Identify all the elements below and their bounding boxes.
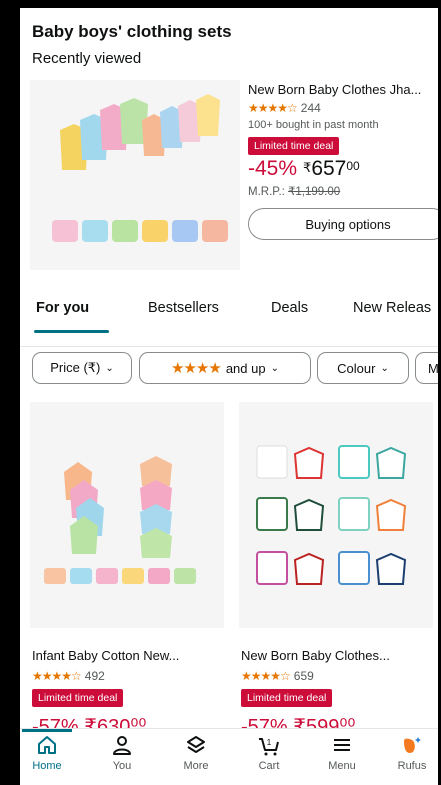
nav-label: Menu	[328, 760, 356, 772]
rating-filter-label: and up	[225, 360, 266, 376]
active-nav-indicator	[22, 729, 72, 732]
discount-percent: -45%	[248, 157, 298, 180]
colour-filter-chip[interactable]: Colour ⌄	[317, 352, 409, 384]
product-image[interactable]	[30, 402, 224, 628]
divider	[20, 346, 438, 347]
nav-cart[interactable]: 1 Cart	[239, 733, 299, 772]
product-rating[interactable]: ★★★★☆ 244	[248, 101, 438, 115]
star-rating-icon: ★★★★☆	[241, 669, 291, 683]
nav-label: Rufus	[397, 760, 427, 772]
recent-product-info[interactable]: New Born Baby Clothes Jha... ★★★★☆ 244 1…	[248, 82, 438, 240]
rating-count: 244	[300, 101, 321, 115]
price-filter-chip[interactable]: Price (₹) ⌄	[32, 352, 132, 384]
chevron-down-icon: ⌄	[105, 362, 114, 374]
svg-text:1: 1	[267, 738, 272, 747]
buying-options-button[interactable]: Buying options	[248, 208, 438, 240]
category-tabs: For you Bestsellers Deals New Releas	[20, 296, 438, 336]
app-screen: Baby boys' clothing sets Recently viewed	[20, 8, 438, 785]
user-icon	[113, 736, 131, 755]
bottom-nav: Home You More 1 Cart Menu Rufus	[20, 728, 438, 785]
deal-badge: Limited time deal	[248, 137, 340, 155]
price-whole: 657	[311, 157, 347, 180]
mrp-value: ₹1,199.00	[288, 186, 341, 198]
price: -45% ₹ 657 00	[248, 157, 438, 181]
chevron-down-icon: ⌄	[270, 362, 279, 374]
deal-badge: Limited time deal	[241, 689, 333, 707]
nav-more[interactable]: More	[166, 733, 226, 772]
nav-label: Cart	[258, 760, 280, 772]
nav-menu[interactable]: Menu	[312, 733, 372, 772]
tab-for-you[interactable]: For you	[36, 300, 89, 316]
product-name[interactable]: New Born Baby Clothes Jha...	[248, 82, 438, 97]
nav-rufus[interactable]: Rufus	[382, 733, 438, 772]
product-image[interactable]	[239, 402, 433, 628]
section-title: Recently viewed	[32, 50, 142, 67]
bought-count: 100+ bought in past month	[248, 119, 379, 131]
rating-count: 659	[293, 669, 314, 683]
currency-symbol: ₹	[303, 160, 312, 175]
star-rating-icon: ★★★★☆	[248, 101, 298, 115]
more-filter-chip[interactable]: M	[415, 352, 438, 384]
active-tab-indicator	[34, 330, 109, 333]
nav-label: More	[183, 760, 209, 772]
home-icon	[38, 736, 56, 754]
tab-new-releases[interactable]: New Releas	[353, 300, 431, 316]
cart-icon: 1	[259, 738, 279, 756]
price-fraction: 00	[346, 159, 360, 173]
rufus-icon	[404, 737, 421, 753]
chevron-down-icon: ⌄	[380, 362, 389, 374]
product-rating[interactable]: ★★★★☆ 492	[32, 669, 105, 683]
page-title: Baby boys' clothing sets	[32, 22, 232, 41]
product-price: -57% ₹630⁰⁰	[32, 716, 147, 728]
product-rating[interactable]: ★★★★☆ 659	[241, 669, 314, 683]
star-icon: ★★★★	[171, 360, 222, 377]
nav-you[interactable]: You	[92, 733, 152, 772]
mrp-label: M.R.P.:	[248, 186, 285, 198]
product-name[interactable]: New Born Baby Clothes...	[241, 648, 390, 663]
nav-label: Home	[32, 760, 62, 772]
nav-home[interactable]: Home	[20, 733, 77, 772]
nav-label: You	[112, 760, 132, 772]
star-rating-icon: ★★★★☆	[32, 669, 82, 683]
product-name[interactable]: Infant Baby Cotton New...	[32, 648, 179, 663]
tab-bestsellers[interactable]: Bestsellers	[148, 300, 219, 316]
colour-filter-label: Colour	[337, 360, 376, 376]
more-filter-label: M	[428, 360, 438, 376]
tab-deals[interactable]: Deals	[271, 300, 308, 316]
layers-icon	[187, 736, 205, 753]
menu-icon	[334, 739, 350, 751]
rating-count: 492	[84, 669, 105, 683]
price-filter-label: Price (₹)	[50, 360, 101, 375]
product-price: -57% ₹599⁰⁰	[241, 716, 356, 728]
mrp: M.R.P.: ₹1,199.00	[248, 184, 438, 198]
recent-product-image[interactable]	[30, 80, 240, 270]
rating-filter-chip[interactable]: ★★★★ and up ⌄	[139, 352, 311, 384]
deal-badge: Limited time deal	[32, 689, 124, 707]
